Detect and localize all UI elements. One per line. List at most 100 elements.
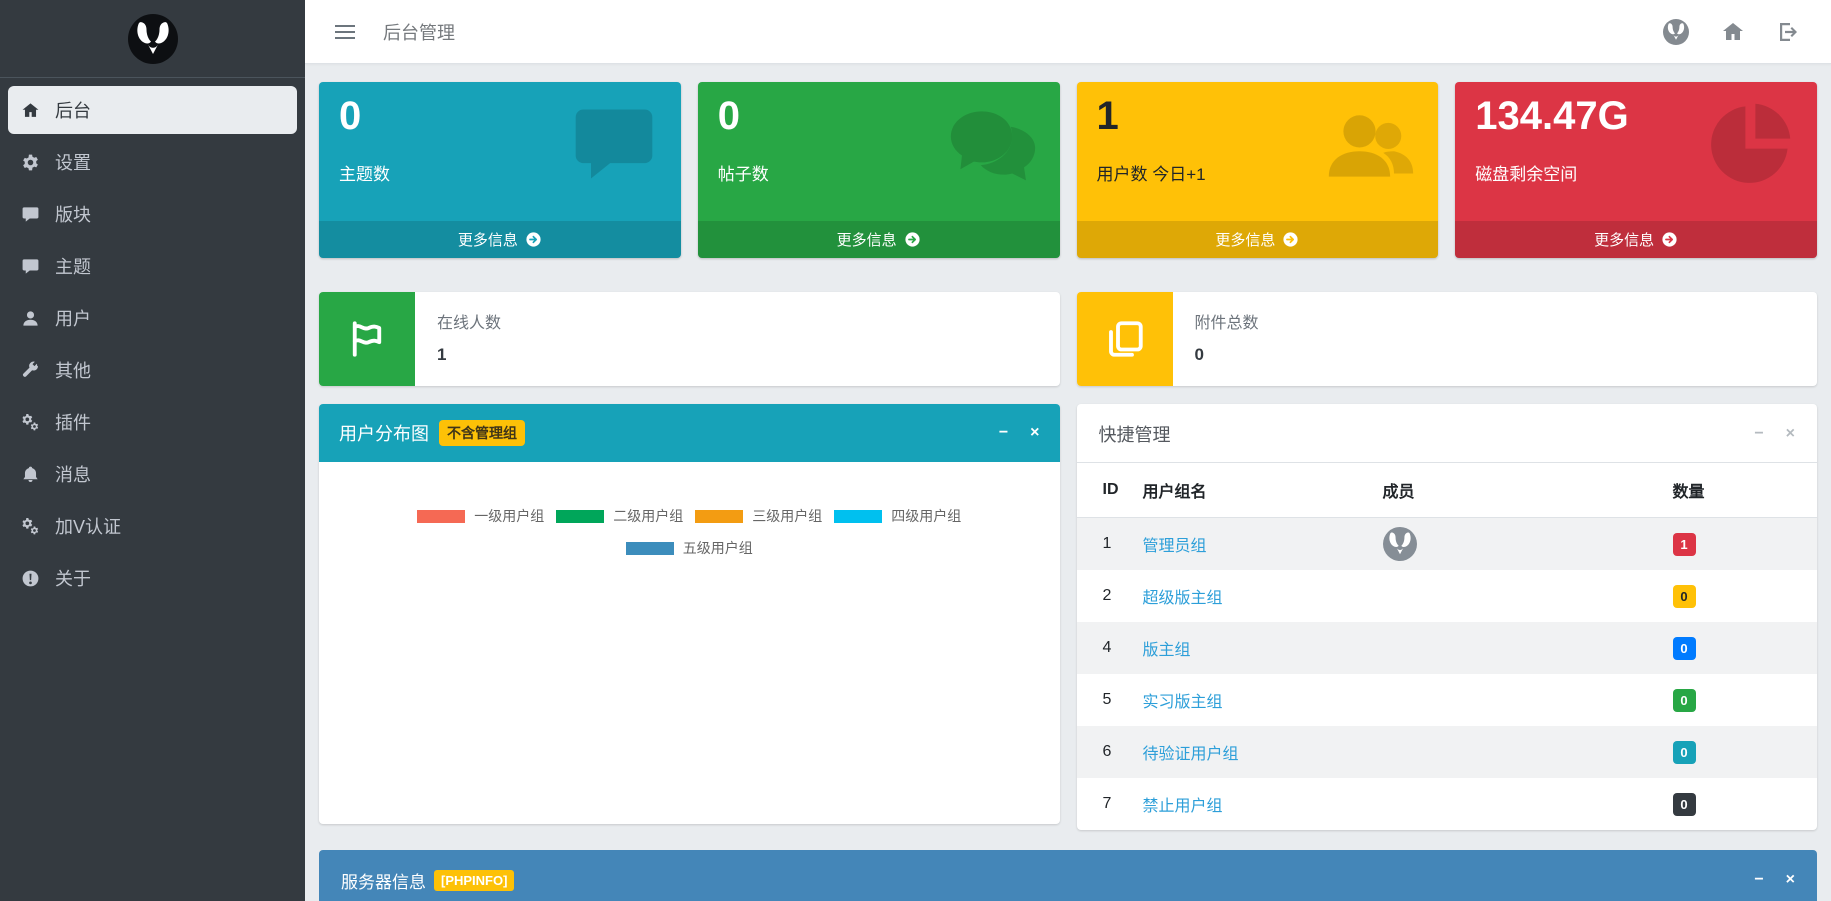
panel-title: 用户分布图 — [339, 420, 429, 446]
stat-value: 134.47G — [1455, 82, 1817, 138]
main-area: 后台管理 0 主题数 更多信息 0 帖子数 — [305, 0, 1831, 901]
panel-title: 服务器信息 — [341, 868, 426, 893]
group-name-link[interactable]: 超级版主组 — [1143, 590, 1223, 607]
sidebar-item-label: 后台 — [55, 97, 91, 123]
chart-area: 一级用户组 二级用户组 三级用户组 四级用户组 — [319, 462, 1060, 824]
sidebar-menu: 后台 设置 版块 主题 用户 其他 插件 消息 — [0, 78, 305, 614]
sidebar-item-label: 加V认证 — [55, 513, 121, 539]
legend-label: 四级用户组 — [891, 506, 961, 526]
sidebar-item-users[interactable]: 用户 — [8, 294, 297, 342]
info-icon — [21, 569, 40, 588]
close-icon[interactable]: × — [1786, 872, 1795, 888]
sign-out-icon[interactable] — [1777, 20, 1801, 44]
column-header-count: 数量 — [1661, 463, 1818, 518]
sidebar-item-messages[interactable]: 消息 — [8, 450, 297, 498]
more-info-label: 更多信息 — [1215, 229, 1275, 250]
sidebar-item-other[interactable]: 其他 — [8, 346, 297, 394]
stat-value: 0 — [319, 82, 681, 138]
stat-label: 主题数 — [319, 138, 681, 185]
sidebar-item-label: 关于 — [55, 565, 91, 591]
more-info-link[interactable]: 更多信息 — [319, 221, 681, 258]
user-groups-table: ID 用户组名 成员 数量 1 管理员组 1 — [1077, 462, 1818, 830]
info-box-value: 0 — [1195, 345, 1259, 365]
group-name-link[interactable]: 版主组 — [1143, 642, 1191, 659]
stat-card-disk: 134.47G 磁盘剩余空间 更多信息 — [1455, 82, 1817, 258]
count-badge: 0 — [1673, 689, 1696, 712]
group-name-link[interactable]: 待验证用户组 — [1143, 746, 1239, 763]
sidebar-item-dashboard[interactable]: 后台 — [8, 86, 297, 134]
legend-item: 二级用户组 — [556, 506, 683, 526]
hamburger-menu-icon[interactable] — [335, 25, 355, 39]
app-logo-fox-icon — [128, 14, 178, 64]
stat-value: 0 — [698, 82, 1060, 138]
column-header-member: 成员 — [1371, 463, 1661, 518]
group-id: 1 — [1077, 518, 1131, 571]
arrow-circle-right-icon — [1661, 231, 1678, 248]
phpinfo-badge[interactable]: [PHPINFO] — [434, 870, 514, 891]
more-info-label: 更多信息 — [837, 229, 897, 250]
panels-row: 用户分布图 不含管理组 − × 一级用户组 — [319, 404, 1817, 830]
table-row: 7 禁止用户组 0 — [1077, 778, 1818, 830]
sidebar-item-label: 设置 — [55, 149, 91, 175]
stat-label: 帖子数 — [698, 138, 1060, 185]
group-id: 4 — [1077, 622, 1131, 674]
count-badge: 0 — [1673, 741, 1696, 764]
minimize-icon[interactable]: − — [1754, 872, 1763, 888]
sidebar-item-verification[interactable]: 加V认证 — [8, 502, 297, 550]
gear-icon — [21, 153, 40, 172]
legend-item: 四级用户组 — [834, 506, 961, 526]
panel-header: 用户分布图 不含管理组 − × — [319, 404, 1060, 462]
sidebar-item-about[interactable]: 关于 — [8, 554, 297, 602]
cogs-icon — [21, 517, 40, 536]
column-header-name: 用户组名 — [1131, 463, 1371, 518]
home-icon[interactable] — [1721, 20, 1745, 44]
stat-cards-row: 0 主题数 更多信息 0 帖子数 更多信息 1 用户数 今日+1 — [319, 82, 1817, 258]
arrow-circle-right-icon — [525, 231, 542, 248]
legend-label: 一级用户组 — [474, 506, 544, 526]
bell-icon — [21, 465, 40, 484]
legend-swatch — [417, 510, 465, 523]
member-avatar-fox-icon[interactable] — [1383, 527, 1417, 561]
comment-icon — [21, 205, 40, 224]
table-row: 1 管理员组 1 — [1077, 518, 1818, 571]
count-badge: 0 — [1673, 793, 1696, 816]
home-icon — [21, 101, 40, 120]
arrow-circle-right-icon — [904, 231, 921, 248]
close-icon[interactable]: × — [1030, 425, 1039, 441]
table-row: 2 超级版主组 0 — [1077, 570, 1818, 622]
group-name-link[interactable]: 禁止用户组 — [1143, 798, 1223, 815]
quick-management-panel: 快捷管理 − × ID 用户组名 成员 数量 — [1077, 404, 1818, 830]
sidebar-item-forums[interactable]: 版块 — [8, 190, 297, 238]
group-name-link[interactable]: 管理员组 — [1143, 538, 1207, 555]
more-info-label: 更多信息 — [1594, 229, 1654, 250]
user-icon — [21, 309, 40, 328]
close-icon[interactable]: × — [1786, 426, 1795, 442]
more-info-link[interactable]: 更多信息 — [1077, 221, 1439, 258]
more-info-link[interactable]: 更多信息 — [1455, 221, 1817, 258]
info-box-attachments: 附件总数 0 — [1077, 292, 1818, 386]
page-title: 后台管理 — [383, 19, 455, 45]
sidebar-item-threads[interactable]: 主题 — [8, 242, 297, 290]
content: 0 主题数 更多信息 0 帖子数 更多信息 1 用户数 今日+1 — [305, 64, 1831, 901]
column-header-id: ID — [1077, 463, 1131, 518]
sidebar-item-label: 消息 — [55, 461, 91, 487]
legend-item: 一级用户组 — [417, 506, 544, 526]
more-info-link[interactable]: 更多信息 — [698, 221, 1060, 258]
cogs-icon — [21, 413, 40, 432]
info-box-online: 在线人数 1 — [319, 292, 1060, 386]
group-name-link[interactable]: 实习版主组 — [1143, 694, 1223, 711]
table-row: 6 待验证用户组 0 — [1077, 726, 1818, 778]
legend-label: 五级用户组 — [683, 538, 753, 558]
server-info-panel: 服务器信息 [PHPINFO] − × — [319, 850, 1817, 901]
info-box-label: 在线人数 — [437, 309, 501, 333]
app-fox-icon[interactable] — [1663, 19, 1689, 45]
group-id: 2 — [1077, 570, 1131, 622]
minimize-icon[interactable]: − — [1754, 426, 1763, 442]
table-row: 5 实习版主组 0 — [1077, 674, 1818, 726]
minimize-icon[interactable]: − — [999, 425, 1008, 441]
group-id: 5 — [1077, 674, 1131, 726]
sidebar-item-settings[interactable]: 设置 — [8, 138, 297, 186]
topbar: 后台管理 — [305, 0, 1831, 64]
sidebar-item-plugins[interactable]: 插件 — [8, 398, 297, 446]
sidebar-item-label: 主题 — [55, 253, 91, 279]
